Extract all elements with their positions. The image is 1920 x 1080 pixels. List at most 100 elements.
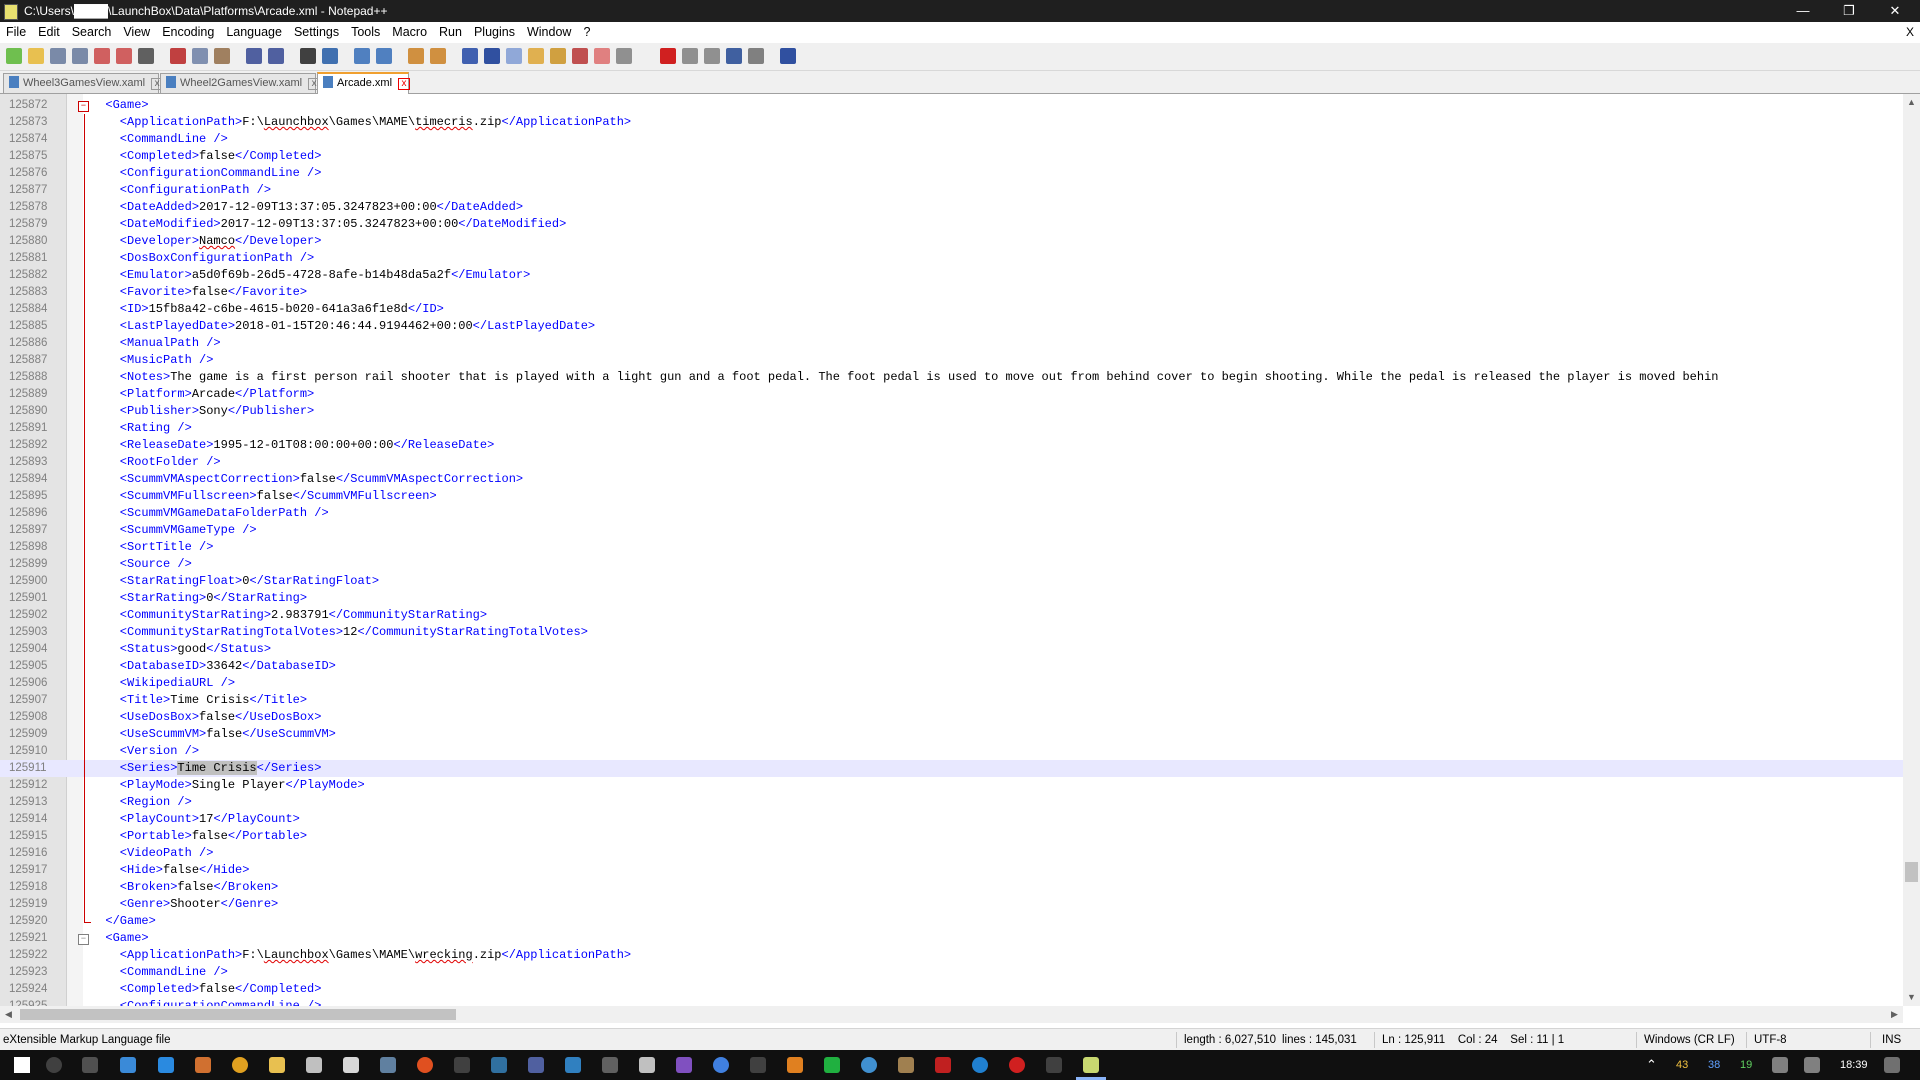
code-text[interactable]: <Game> xyxy=(91,97,148,114)
code-line[interactable]: 125875 <Completed>false</Completed> xyxy=(0,148,1903,165)
code-text[interactable]: <ScummVMGameType /> xyxy=(91,522,257,539)
volume-icon[interactable] xyxy=(1804,1057,1820,1073)
menu-window[interactable]: Window xyxy=(521,22,577,43)
code-text[interactable]: <Source /> xyxy=(91,556,192,573)
tab-close-icon[interactable]: x xyxy=(398,78,411,90)
horizontal-scrollbar[interactable]: ◀ ▶ xyxy=(0,1006,1903,1023)
code-text[interactable]: <DatabaseID>33642</DatabaseID> xyxy=(91,658,336,675)
stop-recording-icon[interactable] xyxy=(682,48,698,64)
code-line[interactable]: 125903 <CommunityStarRatingTotalVotes>12… xyxy=(0,624,1903,641)
sync-vertical-icon[interactable] xyxy=(408,48,424,64)
code-text[interactable]: <ApplicationPath>F:\Launchbox\Games\MAME… xyxy=(91,947,631,964)
fold-toggle-icon[interactable]: − xyxy=(78,101,89,112)
code-line[interactable]: 125919 <Genre>Shooter</Genre> xyxy=(0,896,1903,913)
tab-wheel3gamesview[interactable]: Wheel3GamesView.xaml x xyxy=(3,73,164,93)
code-text[interactable]: <CommandLine /> xyxy=(91,964,228,981)
menu-language[interactable]: Language xyxy=(220,22,288,43)
code-line[interactable]: 125883 <Favorite>false</Favorite> xyxy=(0,284,1903,301)
code-line[interactable]: 125907 <Title>Time Crisis</Title> xyxy=(0,692,1903,709)
code-text[interactable]: <Broken>false</Broken> xyxy=(91,879,278,896)
close-button[interactable]: ✕ xyxy=(1872,0,1918,22)
code-text[interactable]: <Portable>false</Portable> xyxy=(91,828,307,845)
code-line[interactable]: 125912 <PlayMode>Single Player</PlayMode… xyxy=(0,777,1903,794)
menu-run[interactable]: Run xyxy=(433,22,468,43)
code-text[interactable]: <Publisher>Sony</Publisher> xyxy=(91,403,314,420)
app-icon[interactable] xyxy=(898,1057,914,1073)
menu-encoding[interactable]: Encoding xyxy=(156,22,220,43)
app-icon[interactable] xyxy=(861,1057,877,1073)
code-line[interactable]: 125917 <Hide>false</Hide> xyxy=(0,862,1903,879)
code-text[interactable]: <ScummVMAspectCorrection>false</ScummVMA… xyxy=(91,471,523,488)
code-line[interactable]: 125889 <Platform>Arcade</Platform> xyxy=(0,386,1903,403)
code-text[interactable]: <WikipediaURL /> xyxy=(91,675,235,692)
language-icon[interactable] xyxy=(528,48,544,64)
chrome-icon[interactable] xyxy=(232,1057,248,1073)
code-text[interactable]: <MusicPath /> xyxy=(91,352,214,369)
code-text[interactable]: <Title>Time Crisis</Title> xyxy=(91,692,307,709)
code-text[interactable]: <CommunityStarRating>2.983791</Community… xyxy=(91,607,487,624)
code-line[interactable]: 125924 <Completed>false</Completed> xyxy=(0,981,1903,998)
code-line[interactable]: 125890 <Publisher>Sony</Publisher> xyxy=(0,403,1903,420)
code-text[interactable]: <Completed>false</Completed> xyxy=(91,148,322,165)
tab-arcade-xml[interactable]: Arcade.xml x xyxy=(317,72,411,94)
code-text[interactable]: <SortTitle /> xyxy=(91,539,214,556)
code-line[interactable]: 125918 <Broken>false</Broken> xyxy=(0,879,1903,896)
code-line[interactable]: 125876 <ConfigurationCommandLine /> xyxy=(0,165,1903,182)
app-icon[interactable] xyxy=(824,1057,840,1073)
code-text[interactable]: <Status>good</Status> xyxy=(91,641,271,658)
code-line[interactable]: 125879 <DateModified>2017-12-09T13:37:05… xyxy=(0,216,1903,233)
code-line[interactable]: 125920 </Game> xyxy=(0,913,1903,930)
vertical-scroll-thumb[interactable] xyxy=(1905,862,1918,882)
code-text[interactable]: <ConfigurationCommandLine /> xyxy=(91,998,322,1006)
app-icon[interactable] xyxy=(713,1057,729,1073)
code-line[interactable]: 125914 <PlayCount>17</PlayCount> xyxy=(0,811,1903,828)
code-line[interactable]: 125910 <Version /> xyxy=(0,743,1903,760)
app-icon[interactable] xyxy=(158,1057,174,1073)
code-text[interactable]: <ConfigurationCommandLine /> xyxy=(91,165,322,182)
code-line[interactable]: 125897 <ScummVMGameType /> xyxy=(0,522,1903,539)
code-text[interactable]: <ConfigurationPath /> xyxy=(91,182,271,199)
code-line[interactable]: 125886 <ManualPath /> xyxy=(0,335,1903,352)
app-icon[interactable] xyxy=(528,1057,544,1073)
app-icon[interactable] xyxy=(195,1057,211,1073)
code-text[interactable]: <Rating /> xyxy=(91,420,192,437)
current-line[interactable]: 125911 <Series>Time Crisis</Series> xyxy=(0,760,1903,777)
code-line[interactable]: 125923 <CommandLine /> xyxy=(0,964,1903,981)
status-eol[interactable]: Windows (CR LF) xyxy=(1644,1029,1735,1051)
code-line[interactable]: 125881 <DosBoxConfigurationPath /> xyxy=(0,250,1903,267)
maximize-button[interactable]: ❐ xyxy=(1826,0,1872,22)
code-line[interactable]: 125891 <Rating /> xyxy=(0,420,1903,437)
fold-toggle-icon[interactable]: − xyxy=(78,934,89,945)
show-all-characters-icon[interactable] xyxy=(484,48,500,64)
run-macro-multiple-icon[interactable] xyxy=(726,48,742,64)
zoom-out-icon[interactable] xyxy=(376,48,392,64)
code-text[interactable]: <StarRatingFloat>0</StarRatingFloat> xyxy=(91,573,379,590)
code-line[interactable]: 125901 <StarRating>0</StarRating> xyxy=(0,590,1903,607)
playback-macro-icon[interactable] xyxy=(704,48,720,64)
horizontal-scroll-thumb[interactable] xyxy=(20,1009,456,1020)
mail-icon[interactable] xyxy=(343,1057,359,1073)
vlc-icon[interactable] xyxy=(787,1057,803,1073)
code-line[interactable]: 125899 <Source /> xyxy=(0,556,1903,573)
code-text[interactable]: <Emulator>a5d0f69b-26d5-4728-8afe-b14b48… xyxy=(91,267,531,284)
code-line[interactable]: 125872 − <Game> xyxy=(0,97,1903,114)
code-text[interactable]: </Game> xyxy=(91,913,155,930)
code-line[interactable]: 125885 <LastPlayedDate>2018-01-15T20:46:… xyxy=(0,318,1903,335)
code-line[interactable]: 125882 <Emulator>a5d0f69b-26d5-4728-8afe… xyxy=(0,267,1903,284)
code-text[interactable]: <PlayMode>Single Player</PlayMode> xyxy=(91,777,365,794)
code-line[interactable]: 125892 <ReleaseDate>1995-12-01T08:00:00+… xyxy=(0,437,1903,454)
code-line[interactable]: 125925 <ConfigurationCommandLine /> xyxy=(0,998,1903,1006)
menu-edit[interactable]: Edit xyxy=(32,22,66,43)
code-text[interactable]: <Genre>Shooter</Genre> xyxy=(91,896,278,913)
code-line[interactable]: 125916 <VideoPath /> xyxy=(0,845,1903,862)
close-document-button[interactable]: X xyxy=(1906,22,1914,43)
code-text[interactable]: <StarRating>0</StarRating> xyxy=(91,590,307,607)
notepad-plus-plus-taskbar-icon[interactable] xyxy=(1083,1057,1099,1073)
code-line[interactable]: 125908 <UseDosBox>false</UseDosBox> xyxy=(0,709,1903,726)
indent-guide-icon[interactable] xyxy=(506,48,522,64)
code-line[interactable]: 125902 <CommunityStarRating>2.983791</Co… xyxy=(0,607,1903,624)
code-text[interactable]: <Version /> xyxy=(91,743,199,760)
app-icon[interactable] xyxy=(1046,1057,1062,1073)
save-macro-icon[interactable] xyxy=(748,48,764,64)
menu-tools[interactable]: Tools xyxy=(345,22,386,43)
